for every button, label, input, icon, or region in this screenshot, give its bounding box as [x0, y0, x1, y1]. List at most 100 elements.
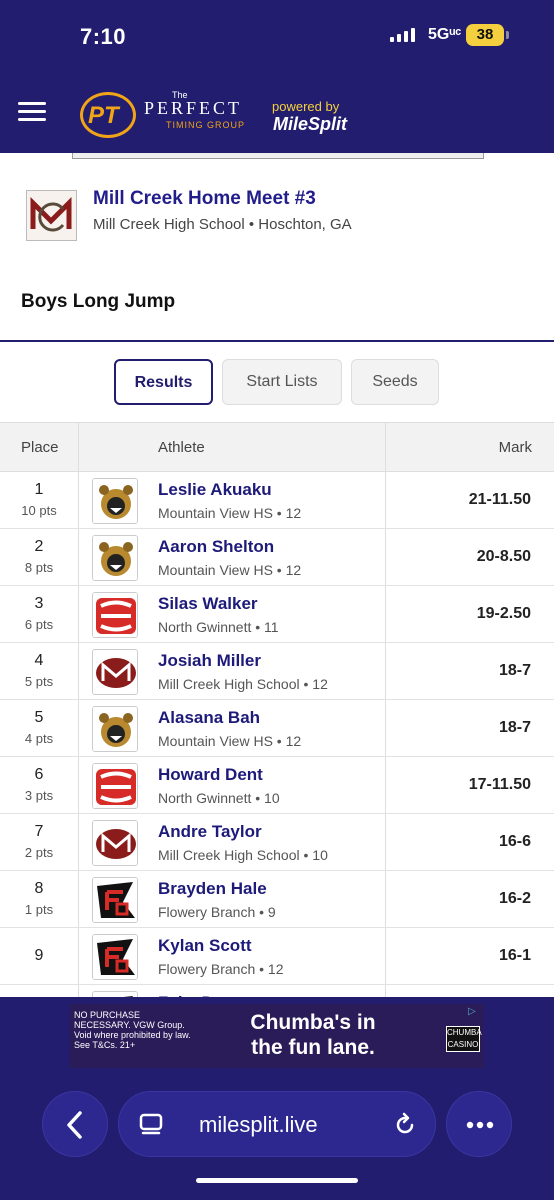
points: 10 pts: [21, 503, 57, 518]
athlete-name[interactable]: Howard Dent: [158, 765, 263, 785]
chevron-left-icon: [67, 1111, 82, 1139]
athlete-school: Mill Creek High School • 12: [158, 676, 328, 692]
meet-location: Mill Creek High School • Hoschton, GA: [93, 216, 352, 233]
home-indicator: [196, 1178, 358, 1183]
athlete-mark: 21-11.50: [468, 491, 531, 508]
athlete-mark: 19-2.50: [476, 605, 531, 622]
menu-icon[interactable]: [18, 102, 46, 122]
more-button[interactable]: [446, 1091, 512, 1157]
powered-by-label: powered by: [272, 99, 340, 114]
tab-seeds[interactable]: Seeds: [351, 359, 439, 405]
network-type: 5Gᵘᶜ: [428, 26, 462, 43]
address-bar[interactable]: milesplit.live: [118, 1091, 436, 1157]
table-row[interactable]: 1 10 pts Leslie Akuaku Mountain View HS • 1…: [0, 472, 554, 529]
athlete-school: Flowery Branch • 12: [158, 961, 284, 977]
table-row[interactable]: 5 4 pts Alasana Bah Mountain View HS • 12 18…: [0, 700, 554, 757]
team-logo: [92, 478, 138, 524]
place-number: 8: [34, 880, 44, 897]
athlete-school: Mill Creek High School • 10: [158, 847, 328, 863]
place-number: 7: [34, 823, 44, 840]
points: 2 pts: [24, 845, 54, 860]
place-number: 2: [34, 538, 44, 555]
tab-start-lists[interactable]: Start Lists: [222, 359, 342, 405]
app-header: 7:10 5Gᵘᶜ 38 PT The PERFECT TIMING GROUP…: [0, 0, 554, 153]
team-logo: [92, 763, 138, 809]
header-athlete: Athlete: [158, 439, 205, 456]
athlete-name[interactable]: Silas Walker: [158, 594, 258, 614]
place-number: 4: [34, 652, 44, 669]
team-logo: [92, 877, 138, 923]
table-row[interactable]: 6 3 pts Howard Dent North Gwinnett • 10 17-1…: [0, 757, 554, 814]
table-row[interactable]: 2 8 pts Aaron Shelton Mountain View HS • 12…: [0, 529, 554, 586]
results-table-header: Place Athlete Mark: [0, 422, 554, 472]
athlete-mark: 16-1: [498, 947, 531, 964]
table-row[interactable]: 7 2 pts Andre Taylor Mill Creek High School…: [0, 814, 554, 871]
battery-icon: 38: [466, 24, 504, 46]
team-logo: [92, 820, 138, 866]
perfect-timing-logo[interactable]: PT The PERFECT TIMING GROUP: [80, 88, 260, 144]
logo-pt: PT: [88, 102, 119, 129]
table-row[interactable]: 9 Kylan Scott Flowery Branch • 12 16-1: [0, 928, 554, 985]
table-row[interactable]: 4 5 pts Josiah Miller Mill Creek High Schoo…: [0, 643, 554, 700]
header-mark: Mark: [498, 439, 532, 456]
athlete-mark: 17-11.50: [468, 776, 531, 793]
athlete-name[interactable]: Brayden Hale: [158, 879, 267, 899]
results-table: 1 10 pts Leslie Akuaku Mountain View HS • 1…: [0, 472, 554, 1042]
athlete-school: Mountain View HS • 12: [158, 733, 302, 749]
athlete-name[interactable]: Leslie Akuaku: [158, 480, 272, 500]
place-number: 1: [34, 481, 44, 498]
status-bar: 7:10 5Gᵘᶜ 38: [0, 22, 554, 52]
place-number: 6: [34, 766, 44, 783]
athlete-school: Mountain View HS • 12: [158, 562, 302, 578]
logo-timing-group: TIMING GROUP: [166, 120, 245, 130]
points: 6 pts: [24, 617, 54, 632]
athlete-name[interactable]: Josiah Miller: [158, 651, 261, 671]
athlete-mark: 18-7: [498, 719, 531, 736]
place-number: 9: [34, 947, 44, 964]
team-logo: [92, 706, 138, 752]
ad-headline: Chumba's in the fun lane.: [198, 1010, 428, 1060]
athlete-mark: 16-6: [498, 833, 531, 850]
team-logo: [92, 649, 138, 695]
ad-banner[interactable]: NO PURCHASE NECESSARY. VGW Group. Void w…: [70, 1004, 484, 1068]
battery-tip: [506, 31, 509, 39]
ad-headline-line1: Chumba's in: [250, 1011, 376, 1034]
tab-results[interactable]: Results: [114, 359, 213, 405]
points: 3 pts: [24, 788, 54, 803]
points: 5 pts: [24, 674, 54, 689]
points: 1 pts: [24, 902, 54, 917]
back-button[interactable]: [42, 1091, 108, 1157]
athlete-school: Mountain View HS • 12: [158, 505, 302, 521]
status-time: 7:10: [80, 24, 127, 49]
logo-perfect: PERFECT: [144, 98, 243, 118]
athlete-name[interactable]: Kylan Scott: [158, 936, 252, 956]
header-underbar: [72, 153, 484, 159]
mill-creek-logo: [26, 190, 77, 241]
athlete-school: Flowery Branch • 9: [158, 904, 276, 920]
milesplit-logo[interactable]: MileSplit: [273, 114, 347, 135]
more-icon: [466, 1121, 494, 1129]
ad-headline-line2: the fun lane.: [251, 1036, 375, 1059]
athlete-mark: 18-7: [498, 662, 531, 679]
place-number: 3: [34, 595, 44, 612]
athlete-mark: 16-2: [498, 890, 531, 907]
url-text: milesplit.live: [199, 1112, 318, 1137]
header-place: Place: [21, 439, 59, 456]
athlete-name[interactable]: Andre Taylor: [158, 822, 262, 842]
section-divider: [0, 340, 554, 342]
ad-choices-icon[interactable]: ▷: [468, 1006, 482, 1020]
reload-icon: [396, 1112, 414, 1134]
team-logo: [92, 592, 138, 638]
signal-icon: [390, 28, 415, 42]
athlete-name[interactable]: Alasana Bah: [158, 708, 260, 728]
table-row[interactable]: 8 1 pts Brayden Hale Flowery Branch • 9 16-2: [0, 871, 554, 928]
athlete-name[interactable]: Aaron Shelton: [158, 537, 274, 557]
athlete-school: North Gwinnett • 10: [158, 790, 280, 806]
table-row[interactable]: 3 6 pts Silas Walker North Gwinnett • 11 19-…: [0, 586, 554, 643]
team-logo: [92, 934, 138, 980]
meet-title[interactable]: Mill Creek Home Meet #3: [93, 188, 316, 210]
place-number: 5: [34, 709, 44, 726]
athlete-school: North Gwinnett • 11: [158, 619, 279, 635]
ad-brand: CHUMBA CASINO: [446, 1026, 482, 1052]
ad-disclaimer: NO PURCHASE NECESSARY. VGW Group. Void w…: [74, 1010, 191, 1050]
